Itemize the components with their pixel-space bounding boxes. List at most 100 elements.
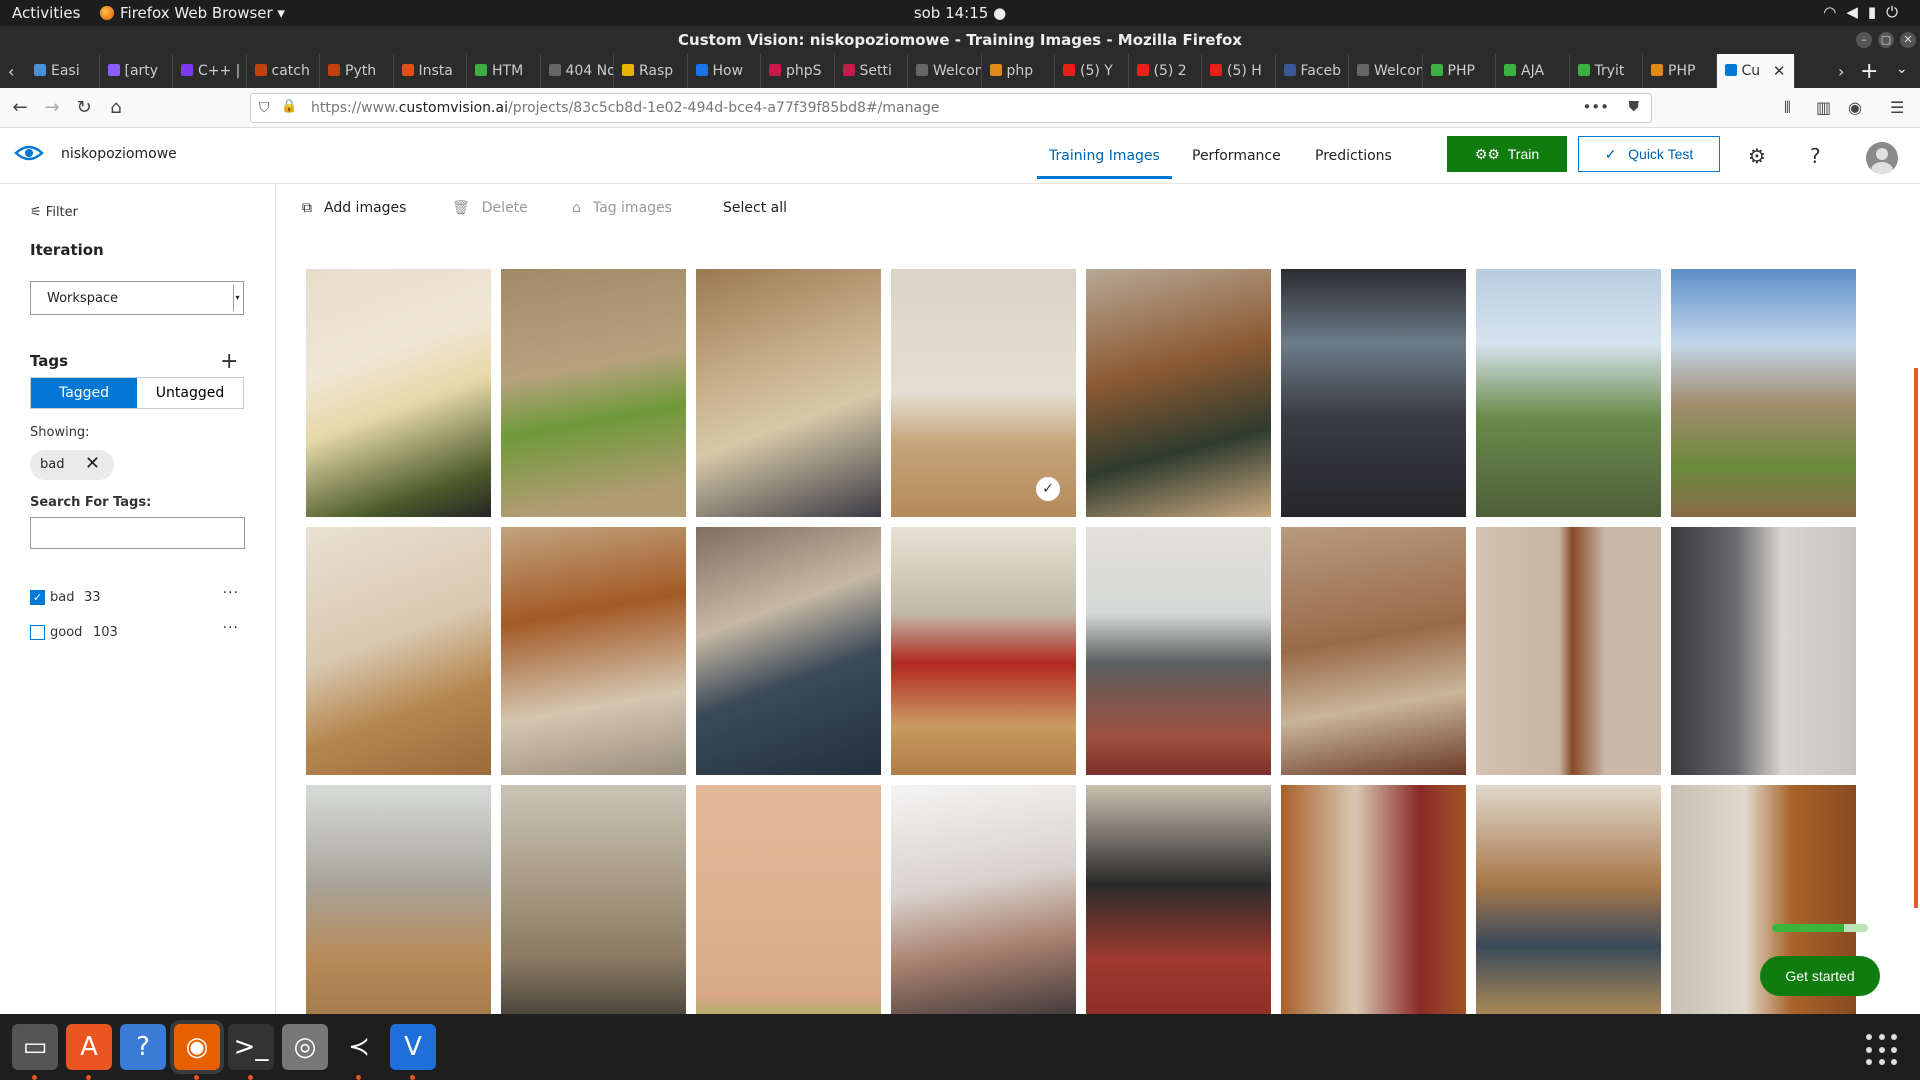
browser-tab[interactable]: Welcom <box>1349 54 1423 88</box>
page-scrollbar[interactable] <box>1914 368 1918 908</box>
tag-search-input[interactable] <box>30 517 245 549</box>
image-thumbnail[interactable] <box>306 785 491 1014</box>
tag-more-icon[interactable]: ··· <box>223 585 239 601</box>
browser-tab[interactable]: HTM <box>467 54 541 88</box>
browser-tab[interactable]: AJA <box>1496 54 1570 88</box>
tag-checkbox-bad[interactable]: ✓ <box>30 590 45 605</box>
image-thumbnail[interactable] <box>501 785 686 1014</box>
image-thumbnail[interactable] <box>306 527 491 775</box>
tag-checkbox-good[interactable] <box>30 625 45 640</box>
vscode-icon[interactable]: ≺ <box>336 1024 382 1070</box>
reload-icon[interactable]: ↻ <box>72 96 96 120</box>
settings-gear-icon[interactable]: ⚙ <box>1748 144 1766 168</box>
image-thumbnail[interactable] <box>1671 527 1856 775</box>
software-icon[interactable]: A <box>66 1024 112 1070</box>
scroll-tabs-right-icon[interactable]: › <box>1838 62 1844 81</box>
close-window-icon[interactable]: ✕ <box>1900 32 1916 48</box>
back-icon[interactable]: ← <box>8 96 32 120</box>
browser-tab[interactable]: (5) Y <box>1055 54 1129 88</box>
iteration-dropdown[interactable]: Workspace ▾ <box>30 281 244 315</box>
browser-tab[interactable]: (5) 2 <box>1129 54 1202 88</box>
get-started-button[interactable]: Get started <box>1760 956 1880 996</box>
terminal-icon[interactable]: >_ <box>228 1024 274 1070</box>
quick-test-button[interactable]: ✓ Quick Test <box>1578 136 1720 172</box>
avatar[interactable] <box>1866 142 1898 174</box>
tracking-shield-icon[interactable]: ⛉ <box>259 100 270 116</box>
image-thumbnail[interactable] <box>891 785 1076 1014</box>
browser-tab[interactable]: How <box>688 54 761 88</box>
clock[interactable]: sob 14:15 ● <box>0 4 1920 22</box>
image-thumbnail[interactable] <box>696 269 881 517</box>
add-images-button[interactable]: ⧉ Add images <box>302 200 406 216</box>
select-all-button[interactable]: Select all <box>723 200 787 216</box>
image-thumbnail[interactable] <box>891 527 1076 775</box>
image-thumbnail[interactable] <box>306 269 491 517</box>
tab-predictions[interactable]: Predictions <box>1315 148 1392 164</box>
browser-tab[interactable]: Tryit <box>1570 54 1643 88</box>
browser-tab[interactable]: phpS <box>761 54 835 88</box>
browser-tab[interactable]: PHP <box>1643 54 1717 88</box>
browser-tab[interactable]: PHP <box>1423 54 1496 88</box>
show-applications-icon[interactable] <box>1866 1034 1898 1066</box>
image-thumbnail[interactable] <box>1476 785 1661 1014</box>
image-thumbnail[interactable] <box>1086 527 1271 775</box>
forward-icon[interactable]: → <box>40 96 64 120</box>
tab-performance[interactable]: Performance <box>1192 148 1281 164</box>
browser-tab[interactable]: Rasp <box>614 54 688 88</box>
delete-button[interactable]: 🗑 Delete <box>452 200 528 216</box>
untagged-button[interactable]: Untagged <box>137 378 243 408</box>
image-thumbnail[interactable] <box>696 527 881 775</box>
menu-icon[interactable]: ☰ <box>1890 98 1904 117</box>
help-icon[interactable]: ? <box>120 1024 166 1070</box>
browser-tab[interactable]: php <box>982 54 1055 88</box>
account-icon[interactable]: ◉ <box>1848 98 1862 117</box>
custom-vision-eye-icon[interactable] <box>14 142 44 164</box>
pocket-icon[interactable]: ⛊ <box>1629 99 1640 115</box>
help-icon[interactable]: ? <box>1810 144 1821 168</box>
files-icon[interactable]: ▭ <box>12 1024 58 1070</box>
lock-icon[interactable]: 🔒 <box>281 99 297 114</box>
tag-row-bad[interactable]: ✓ bad 33 ··· <box>30 585 245 607</box>
tag-row-good[interactable]: good 103 ··· <box>30 620 245 642</box>
remove-chip-icon[interactable]: ✕ <box>85 453 100 474</box>
image-thumbnail[interactable] <box>501 269 686 517</box>
add-tag-icon[interactable]: + <box>220 349 238 374</box>
library-icon[interactable]: ⫴ <box>1784 98 1791 118</box>
url-text[interactable]: https://www.customvision.ai/projects/83c… <box>311 100 940 116</box>
page-actions-icon[interactable]: ••• <box>1582 98 1609 116</box>
image-thumbnail[interactable] <box>1086 785 1271 1014</box>
browser-tab[interactable]: Easi <box>26 54 100 88</box>
browser-tab[interactable]: (5) H <box>1202 54 1276 88</box>
vnc-icon[interactable]: V <box>390 1024 436 1070</box>
browser-tab[interactable]: [arty <box>100 54 173 88</box>
browser-tab[interactable]: C++ | <box>173 54 247 88</box>
firefox-icon[interactable]: ◉ <box>174 1024 220 1070</box>
tag-more-icon[interactable]: ··· <box>223 620 239 636</box>
list-all-tabs-icon[interactable]: ⌄ <box>1896 61 1908 77</box>
browser-tab[interactable]: 404 Not <box>541 54 614 88</box>
home-icon[interactable]: ⌂ <box>104 96 128 120</box>
browser-tab[interactable]: Insta <box>394 54 467 88</box>
browser-tab[interactable]: Pyth <box>320 54 394 88</box>
url-bar[interactable]: ⛉ 🔒 https://www.customvision.ai/projects… <box>250 93 1652 123</box>
tag-images-button[interactable]: ⌂ Tag images <box>572 200 672 216</box>
maximize-icon[interactable]: ▢ <box>1878 32 1894 48</box>
system-status-icons[interactable]: ◠◀▮⏻ <box>1823 3 1908 21</box>
sidebar-icon[interactable]: ▥ <box>1816 98 1831 117</box>
tagged-button[interactable]: Tagged <box>31 378 137 408</box>
minimize-icon[interactable]: – <box>1856 32 1872 48</box>
scroll-tabs-left-icon[interactable]: ‹ <box>8 62 14 81</box>
train-button[interactable]: ⚙⚙ Train <box>1447 136 1567 172</box>
image-thumbnail[interactable] <box>1476 269 1661 517</box>
tab-training-images[interactable]: Training Images <box>1037 148 1172 179</box>
filter-toggle[interactable]: ⚟ Filter <box>30 205 78 220</box>
browser-tab[interactable]: Welcom <box>908 54 982 88</box>
image-thumbnail[interactable] <box>1086 269 1271 517</box>
image-thumbnail[interactable] <box>501 527 686 775</box>
close-tab-icon[interactable]: ✕ <box>1773 62 1786 80</box>
browser-tab[interactable]: Setti <box>835 54 908 88</box>
camera-icon[interactable]: ◎ <box>282 1024 328 1070</box>
image-thumbnail[interactable] <box>696 785 881 1014</box>
project-name[interactable]: niskopoziomowe <box>61 146 177 162</box>
image-thumbnail[interactable] <box>1281 527 1466 775</box>
